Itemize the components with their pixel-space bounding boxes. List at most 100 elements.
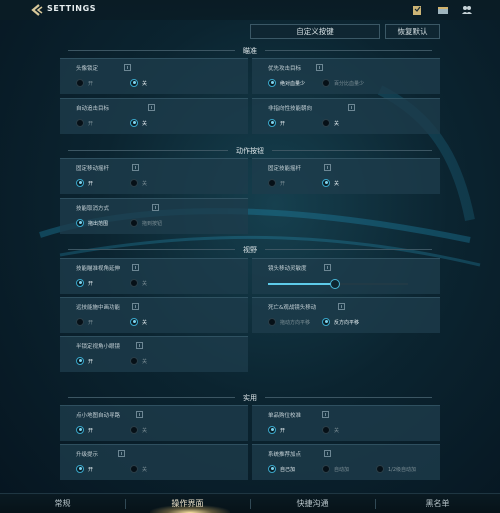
- setting-label: 升级提示: [76, 452, 99, 458]
- option-on[interactable]: 开: [76, 179, 93, 187]
- setting-upgrade-hint: 升级提示 开 关: [60, 444, 248, 480]
- radio-button-selected[interactable]: [76, 219, 84, 227]
- option-off[interactable]: 关: [322, 426, 339, 434]
- info-icon[interactable]: [136, 411, 143, 418]
- option-absolute-hp[interactable]: 绝对血量少: [268, 79, 305, 87]
- radio-button-selected[interactable]: [76, 279, 84, 287]
- tab-general[interactable]: 常规: [0, 498, 125, 509]
- radio-button[interactable]: [76, 79, 84, 87]
- setting-label: 自动追击目标: [76, 106, 110, 112]
- info-icon[interactable]: [124, 64, 131, 71]
- radio-button-selected[interactable]: [268, 426, 276, 434]
- option-drag-direction[interactable]: 拖动方向平移: [268, 318, 310, 326]
- option-on[interactable]: 开: [76, 119, 93, 127]
- slider-handle[interactable]: [330, 279, 340, 289]
- back-icon[interactable]: [30, 3, 44, 17]
- option-percent-hp[interactable]: 百分比血量少: [322, 79, 364, 87]
- option-on[interactable]: 开: [76, 465, 93, 473]
- option-reverse-direction[interactable]: 反方向平移: [322, 318, 359, 326]
- radio-button[interactable]: [76, 119, 84, 127]
- radio-button[interactable]: [376, 465, 384, 473]
- info-icon[interactable]: [324, 450, 331, 457]
- info-icon[interactable]: [316, 64, 323, 71]
- option-on[interactable]: 开: [76, 318, 93, 326]
- radio-button-selected[interactable]: [130, 119, 138, 127]
- setting-priority-target: 优先攻击目标 绝对血量少 百分比血量少: [252, 58, 440, 94]
- radio-button[interactable]: [130, 179, 138, 187]
- info-icon[interactable]: [348, 104, 355, 111]
- option-on[interactable]: 开: [268, 119, 285, 127]
- info-icon[interactable]: [132, 264, 139, 271]
- option-auto-add-level[interactable]: 1/2级自动加: [376, 465, 416, 473]
- mission-icon[interactable]: [411, 4, 423, 16]
- radio-button[interactable]: [130, 465, 138, 473]
- radio-button-selected[interactable]: [130, 79, 138, 87]
- option-off[interactable]: 关: [322, 179, 339, 187]
- radio-button-selected[interactable]: [268, 465, 276, 473]
- radio-button[interactable]: [322, 465, 330, 473]
- radio-button-selected[interactable]: [76, 465, 84, 473]
- info-icon[interactable]: [338, 303, 345, 310]
- setting-auto-skill-points: 系统推荐加点 自己加 自动加 1/2级自动加: [252, 444, 440, 480]
- radio-button[interactable]: [130, 357, 138, 365]
- radio-button-selected[interactable]: [322, 179, 330, 187]
- friends-icon[interactable]: [461, 4, 473, 16]
- radio-button[interactable]: [130, 279, 138, 287]
- option-off[interactable]: 关: [130, 426, 147, 434]
- info-icon[interactable]: [118, 450, 125, 457]
- top-bar: SETTINGS: [0, 0, 500, 20]
- option-drag-to-button[interactable]: 拖到按钮: [130, 219, 162, 227]
- radio-button-selected[interactable]: [268, 119, 276, 127]
- radio-button[interactable]: [130, 426, 138, 434]
- option-off[interactable]: 关: [130, 465, 147, 473]
- info-icon[interactable]: [324, 264, 331, 271]
- option-on[interactable]: 开: [76, 279, 93, 287]
- option-off[interactable]: 关: [130, 179, 147, 187]
- info-icon[interactable]: [324, 164, 331, 171]
- radio-button-selected[interactable]: [76, 357, 84, 365]
- option-on[interactable]: 开: [76, 79, 93, 87]
- tab-quick-chat[interactable]: 快捷沟通: [250, 498, 375, 509]
- option-self-add[interactable]: 自己加: [268, 465, 295, 473]
- info-icon[interactable]: [148, 104, 155, 111]
- setting-non-direction-skill: 非指向性技能朝向 开 关: [252, 98, 440, 134]
- option-off[interactable]: 关: [130, 119, 147, 127]
- option-drag-out[interactable]: 拖出范围: [76, 219, 108, 227]
- info-icon[interactable]: [132, 303, 139, 310]
- option-off[interactable]: 关: [130, 279, 147, 287]
- setting-label: 系统推荐加点: [268, 452, 302, 458]
- option-on[interactable]: 开: [268, 179, 285, 187]
- info-icon[interactable]: [322, 411, 329, 418]
- radio-button-selected[interactable]: [76, 179, 84, 187]
- radio-button[interactable]: [322, 426, 330, 434]
- option-auto-add[interactable]: 自动加: [322, 465, 349, 473]
- option-off[interactable]: 关: [130, 79, 147, 87]
- radio-button[interactable]: [76, 318, 84, 326]
- option-off[interactable]: 关: [322, 119, 339, 127]
- radio-button[interactable]: [268, 179, 276, 187]
- tab-blacklist[interactable]: 黑名单: [375, 498, 500, 509]
- restore-default-button[interactable]: 恢复默认: [385, 24, 440, 39]
- radio-button[interactable]: [322, 119, 330, 127]
- radio-button[interactable]: [322, 79, 330, 87]
- radio-button-selected[interactable]: [130, 318, 138, 326]
- sensitivity-slider[interactable]: [268, 279, 408, 289]
- option-on[interactable]: 开: [76, 426, 93, 434]
- radio-button-selected[interactable]: [268, 79, 276, 87]
- custom-keys-button[interactable]: 自定义按键: [250, 24, 380, 39]
- setting-label: 单品购位校准: [268, 413, 302, 419]
- info-icon[interactable]: [152, 204, 159, 211]
- setting-remote-skill: 远技能施中画功能 开 关: [60, 297, 248, 333]
- radio-button[interactable]: [130, 219, 138, 227]
- radio-button[interactable]: [268, 318, 276, 326]
- info-icon[interactable]: [132, 164, 139, 171]
- shop-icon[interactable]: [437, 4, 449, 16]
- radio-button-selected[interactable]: [322, 318, 330, 326]
- option-on[interactable]: 开: [76, 357, 93, 365]
- option-off[interactable]: 关: [130, 318, 147, 326]
- option-on[interactable]: 开: [268, 426, 285, 434]
- setting-label: 优先攻击目标: [268, 66, 302, 72]
- info-icon[interactable]: [136, 342, 143, 349]
- option-off[interactable]: 关: [130, 357, 147, 365]
- radio-button-selected[interactable]: [76, 426, 84, 434]
